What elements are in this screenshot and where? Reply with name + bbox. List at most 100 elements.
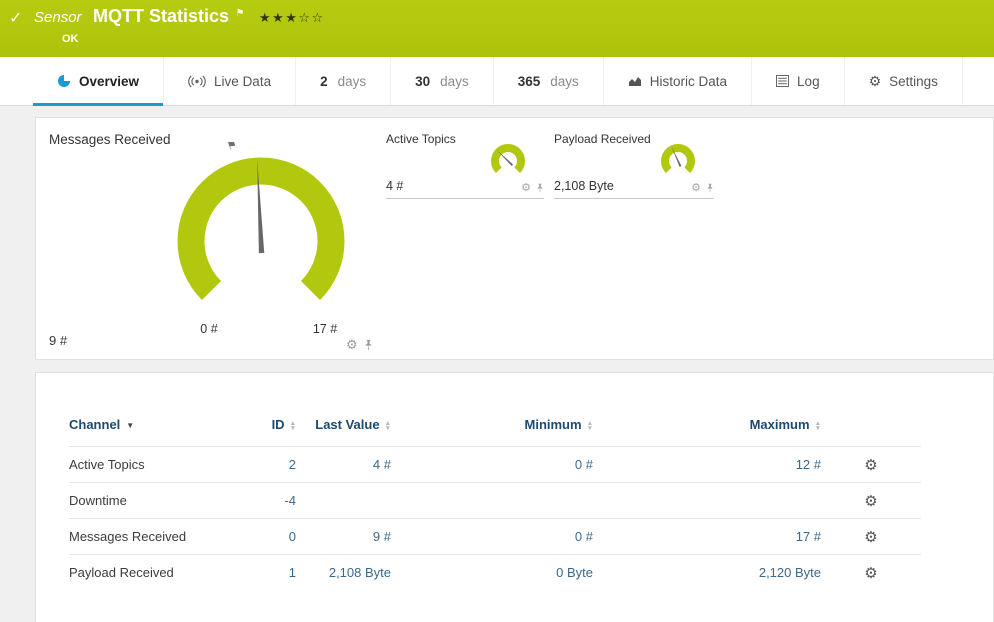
column-label: ID [271, 417, 285, 432]
channel-minimum: 0 Byte [393, 554, 595, 590]
channel-minimum [393, 482, 595, 519]
mini-gauge-actions: ⚙ [691, 181, 714, 194]
priority-stars-rating[interactable]: ★★★☆☆ [259, 10, 325, 25]
column-label: Maximum [749, 417, 810, 432]
channel-maximum: 2,120 Byte [595, 554, 823, 590]
channel-settings-gear-icon[interactable]: ⚙ [864, 529, 877, 546]
channels-table: Channel ▼ ID ▲ ▼ Last Value ▲ ▼ Minimum ▲ ▼ Max [69, 417, 921, 590]
tab-30-days[interactable]: 30 days [391, 57, 494, 105]
prtg-sensor-page: ✓ Sensor MQTT Statistics ⚑ ★★★☆☆ OK Over… [0, 0, 994, 622]
mini-gauge-value: 2,108 Byte [554, 179, 614, 193]
gauge-pin-icon[interactable] [364, 339, 373, 351]
object-kind-label: Sensor [34, 9, 82, 26]
status-ok-check-icon: ✓ [9, 10, 23, 27]
table-header-row: Channel ▼ ID ▲ ▼ Last Value ▲ ▼ Minimum ▲ ▼ Max [69, 417, 921, 447]
priority-flag-icon[interactable]: ⚑ [235, 8, 244, 19]
column-header-minimum[interactable]: Minimum ▲ ▼ [393, 417, 595, 447]
active-topics-gauge-block: Active Topics 4 # ⚙ [386, 132, 544, 199]
tab-day-unit: days [550, 73, 579, 89]
column-label: Minimum [524, 417, 582, 432]
status-badge: OK [62, 33, 79, 45]
channel-last-value [298, 482, 393, 519]
table-row[interactable]: Messages Received 0 9 # 0 # 17 # ⚙ [69, 518, 921, 555]
table-row[interactable]: Payload Received 1 2,108 Byte 0 Byte 2,1… [69, 554, 921, 590]
live-data-icon [188, 75, 206, 88]
channel-settings-gear-icon[interactable]: ⚙ [864, 493, 877, 510]
sort-dropdown-icon[interactable]: ▼ [126, 421, 134, 430]
channel-id: 1 [231, 554, 298, 590]
channel-name[interactable]: Messages Received [69, 518, 231, 555]
gauge-scale-min: 0 # [200, 322, 218, 336]
column-header-actions [823, 417, 921, 447]
channel-id: -4 [231, 482, 298, 519]
mini-gauge-title: Payload Received [554, 132, 651, 146]
gauges-panel: Messages Received ⚑ 0 # 17 # 9 # ⚙ Activ… [35, 117, 994, 360]
channel-name[interactable]: Payload Received [69, 554, 231, 590]
tab-2-days[interactable]: 2 days [296, 57, 392, 105]
channel-name[interactable]: Downtime [69, 482, 231, 519]
gauge-pin-icon[interactable] [536, 183, 544, 193]
gauge-settings-gear-icon[interactable]: ⚙ [691, 181, 701, 194]
tab-label: Live Data [214, 73, 272, 89]
tab-day-count: 2 [320, 73, 328, 89]
gauge-settings-gear-icon[interactable]: ⚙ [346, 337, 358, 353]
tab-day-count: 365 [517, 73, 541, 89]
messages-received-gauge [166, 146, 356, 336]
column-header-maximum[interactable]: Maximum ▲ ▼ [595, 417, 823, 447]
sort-icon[interactable]: ▲ ▼ [385, 420, 391, 432]
mini-gauge-value: 4 # [386, 179, 404, 193]
channel-id: 0 [231, 518, 298, 555]
primary-gauge-value: 9 # [49, 333, 68, 348]
tab-live-data[interactable]: Live Data [164, 57, 297, 105]
payload-received-gauge [661, 144, 695, 174]
primary-gauge-title: Messages Received [49, 132, 171, 147]
sort-icon[interactable]: ▲ ▼ [815, 420, 821, 432]
active-topics-gauge [491, 144, 525, 174]
column-header-last-value[interactable]: Last Value ▲ ▼ [298, 417, 393, 447]
overview-icon [57, 74, 71, 88]
column-header-channel[interactable]: Channel ▼ [69, 417, 231, 447]
column-label: Channel [69, 417, 121, 432]
column-label: Last Value [315, 417, 380, 432]
tab-label: Overview [79, 73, 140, 89]
tab-settings[interactable]: ⚙ Settings [845, 57, 963, 105]
tab-overview[interactable]: Overview [33, 57, 165, 106]
tab-label: Settings [889, 73, 938, 89]
channels-panel: Channel ▼ ID ▲ ▼ Last Value ▲ ▼ Minimum ▲ ▼ Max [35, 372, 994, 622]
gauge-pin-icon[interactable] [706, 183, 714, 193]
channel-name[interactable]: Active Topics [69, 446, 231, 483]
settings-gear-icon: ⚙ [868, 72, 882, 89]
tab-label: Log [797, 73, 820, 89]
mini-gauge-actions: ⚙ [521, 181, 544, 194]
channel-minimum: 0 # [393, 446, 595, 483]
tab-log[interactable]: Log [752, 57, 845, 105]
sort-icon[interactable]: ▲ ▼ [587, 420, 593, 432]
sensor-tabs: Overview Live Data 2 days 30 days 365 da… [0, 57, 994, 106]
log-icon [776, 75, 790, 87]
payload-received-gauge-block: Payload Received 2,108 Byte ⚙ [554, 132, 714, 199]
tab-365-days[interactable]: 365 days [494, 57, 604, 105]
channel-maximum: 17 # [595, 518, 823, 555]
channel-settings-gear-icon[interactable]: ⚙ [864, 457, 877, 474]
sensor-header: ✓ Sensor MQTT Statistics ⚑ ★★★☆☆ OK [0, 0, 994, 57]
tab-historic-data[interactable]: Historic Data [604, 57, 753, 105]
historic-data-icon [628, 75, 642, 87]
gauge-scale-max: 17 # [312, 322, 338, 336]
table-row[interactable]: Downtime -4 ⚙ [69, 482, 921, 519]
table-row[interactable]: Active Topics 2 4 # 0 # 12 # ⚙ [69, 446, 921, 483]
channel-settings-gear-icon[interactable]: ⚙ [864, 565, 877, 582]
page-title: MQTT Statistics [92, 6, 230, 26]
channel-id: 2 [231, 446, 298, 483]
sort-icon[interactable]: ▲ ▼ [290, 420, 296, 432]
column-header-id[interactable]: ID ▲ ▼ [231, 417, 298, 447]
mini-gauge-title: Active Topics [386, 132, 456, 146]
channel-minimum: 0 # [393, 518, 595, 555]
gauge-settings-gear-icon[interactable]: ⚙ [521, 181, 531, 194]
channel-maximum [595, 482, 823, 519]
tab-day-count: 30 [415, 73, 431, 89]
channel-last-value: 9 # [298, 518, 393, 555]
tab-day-unit: days [337, 73, 367, 89]
primary-gauge-actions: ⚙ [346, 337, 373, 353]
channel-last-value: 2,108 Byte [298, 554, 393, 590]
tab-label: Historic Data [649, 73, 728, 89]
